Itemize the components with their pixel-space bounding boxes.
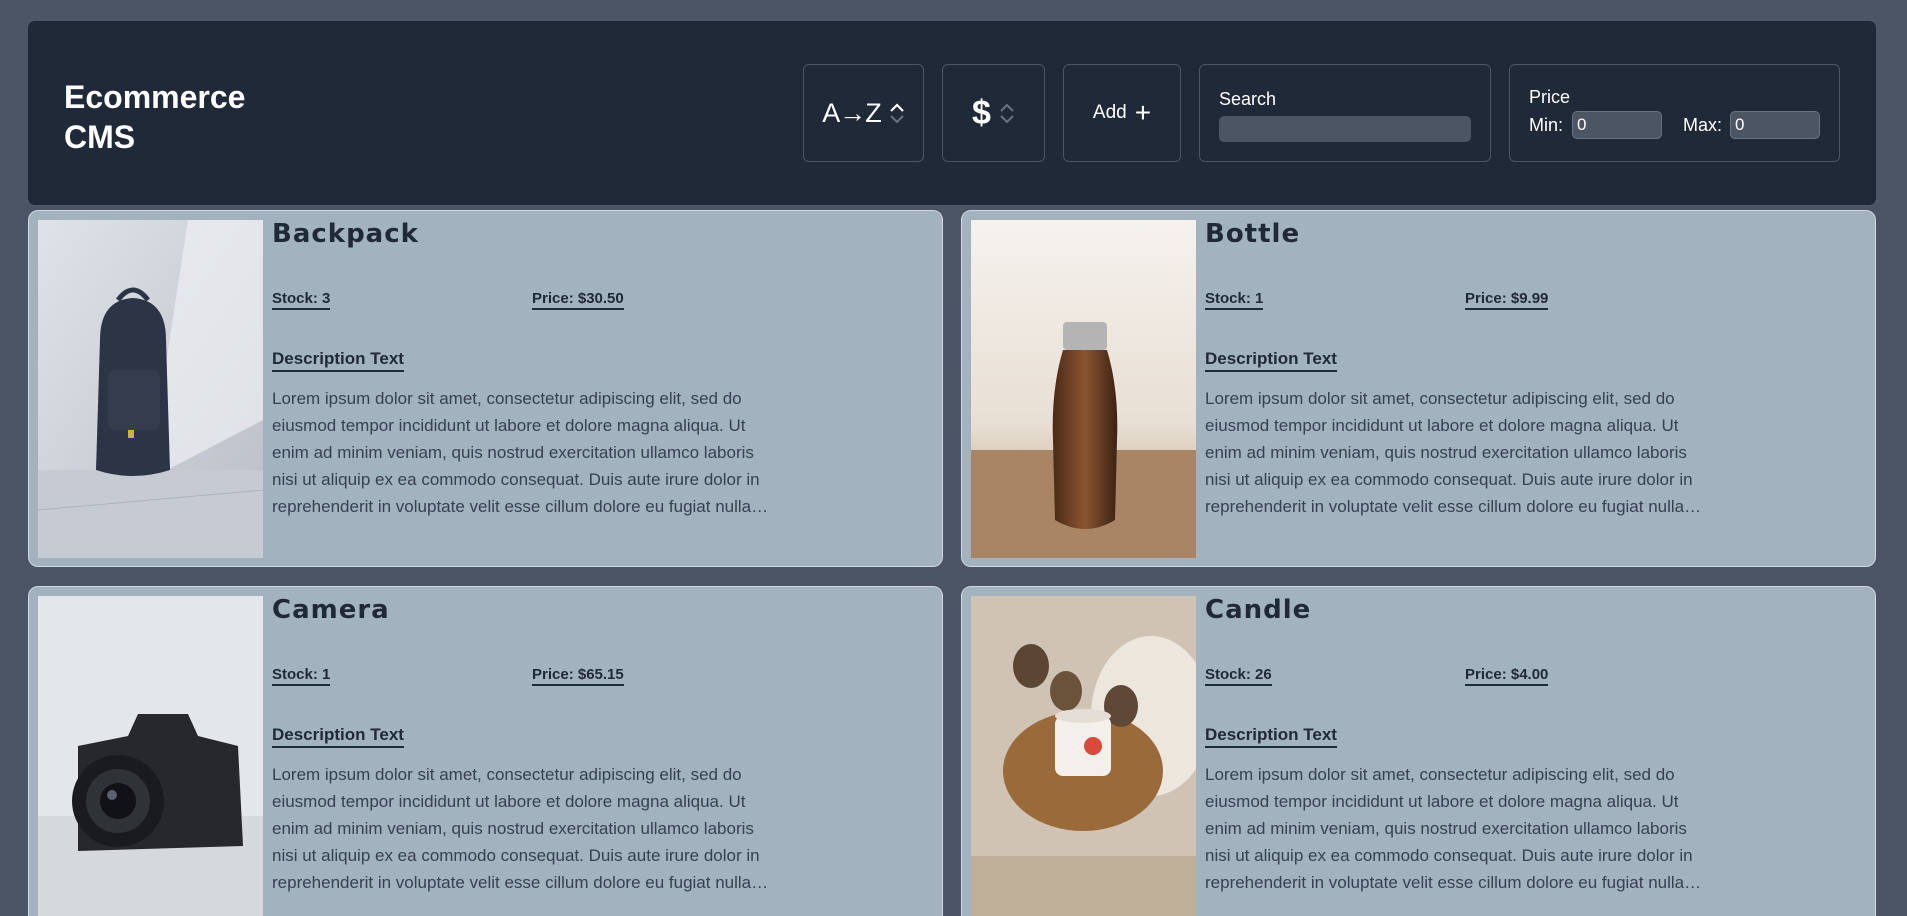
min-price-label: Min: (1529, 115, 1564, 135)
product-price: Price: $65.15 (532, 666, 624, 686)
product-stock: Stock: 3 (272, 290, 331, 310)
product-card[interactable]: Backpack Stock: 3 Price: $30.50 Descript… (28, 210, 943, 567)
max-price-label: Max: (1683, 115, 1723, 135)
product-stock: Stock: 1 (272, 666, 331, 686)
description-title: Description Text (272, 725, 404, 748)
sort-by-price-button[interactable]: $ (942, 64, 1045, 162)
add-label: Add (1092, 102, 1127, 123)
header-bar: Ecommerce CMS A→Z $ Add + Search Price M… (28, 21, 1876, 205)
price-filter-label: Price (1529, 87, 1571, 107)
product-image-camera (38, 596, 263, 916)
chevron-up-down-icon (889, 102, 905, 125)
product-description: Lorem ipsum dolor sit amet, consectetur … (272, 765, 760, 892)
product-name: Camera (272, 595, 390, 625)
add-product-button[interactable]: Add + (1063, 64, 1181, 162)
brand-line-1: Ecommerce (64, 79, 246, 115)
price-filter-panel: Price Min: Max: (1509, 64, 1840, 162)
brand-line-2: CMS (64, 119, 136, 155)
product-stock: Stock: 1 (1205, 290, 1264, 310)
description-title: Description Text (272, 349, 404, 372)
product-card[interactable]: Bottle Stock: 1 Price: $9.99 Description… (961, 210, 1876, 567)
product-card[interactable]: Candle Stock: 26 Price: $4.00 Descriptio… (961, 586, 1876, 916)
product-image-backpack (38, 220, 263, 558)
brand-title: Ecommerce CMS (64, 77, 245, 157)
product-price: Price: $9.99 (1465, 290, 1549, 310)
search-panel: Search (1199, 64, 1491, 162)
product-price: Price: $30.50 (532, 290, 624, 310)
chevron-up-down-icon (999, 102, 1015, 125)
product-card[interactable]: Camera Stock: 1 Price: $65.15 Descriptio… (28, 586, 943, 916)
product-price: Price: $4.00 (1465, 666, 1549, 686)
product-description: Lorem ipsum dolor sit amet, consectetur … (272, 389, 760, 516)
product-name: Bottle (1205, 219, 1301, 249)
product-name: Candle (1205, 595, 1312, 625)
sort-name-label: A→Z (822, 97, 882, 128)
sort-price-label: $ (972, 93, 991, 132)
search-input[interactable] (1219, 116, 1471, 142)
product-description: Lorem ipsum dolor sit amet, consectetur … (1205, 389, 1693, 516)
description-title: Description Text (1205, 349, 1337, 372)
product-name: Backpack (272, 219, 419, 249)
product-image-candle (971, 596, 1196, 916)
sort-by-name-button[interactable]: A→Z (803, 64, 924, 162)
min-price-input[interactable] (1572, 111, 1662, 139)
description-title: Description Text (1205, 725, 1337, 748)
product-stock: Stock: 26 (1205, 666, 1272, 686)
max-price-input[interactable] (1730, 111, 1820, 139)
search-label: Search (1219, 89, 1277, 109)
plus-icon: + (1134, 97, 1152, 128)
product-image-bottle (971, 220, 1196, 558)
product-description: Lorem ipsum dolor sit amet, consectetur … (1205, 765, 1693, 892)
